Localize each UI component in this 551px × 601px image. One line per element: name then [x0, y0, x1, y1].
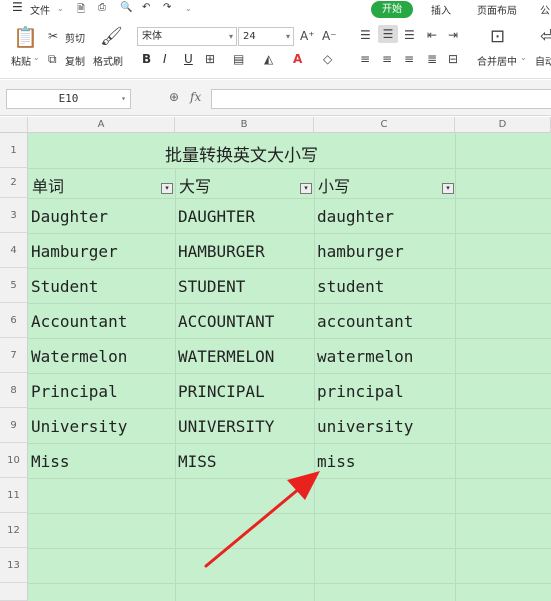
format-painter-button[interactable]: 格式刷 [93, 53, 123, 68]
chevron-down-icon[interactable]: ⌄ [57, 4, 64, 13]
font-name-value: 宋体 [142, 31, 162, 42]
paste-icon[interactable]: 📋 [13, 27, 38, 47]
border-icon[interactable]: ⊞ [205, 52, 215, 66]
copy-button[interactable]: 复制 [65, 53, 85, 68]
more-icon[interactable]: ⌄ [185, 4, 192, 13]
column-header-d[interactable]: D [455, 117, 551, 133]
merge-center-icon[interactable]: ⊡ [490, 27, 505, 47]
tab-formula[interactable]: 公 [540, 2, 550, 17]
scissors-icon[interactable]: ✂ [48, 29, 58, 43]
paste-dropdown-icon[interactable]: ⌄ [33, 53, 40, 62]
menu-bar: ☰ 文件 ⌄ 🗎 ⎙ 🔍 ↶ ↷ ⌄ 开始 插入 页面布局 公 [0, 0, 551, 19]
row-header[interactable]: 2 [0, 168, 28, 198]
justify-icon[interactable]: ≣ [427, 52, 437, 66]
row-header[interactable]: 9 [0, 408, 28, 443]
annotation-arrow [204, 471, 320, 568]
clear-format-icon[interactable]: ◇ [323, 52, 332, 66]
increase-font-icon[interactable]: A⁺ [300, 29, 315, 43]
align-right-icon[interactable]: ≡ [404, 52, 414, 66]
menu-icon[interactable]: ☰ [12, 0, 23, 14]
column-header-a[interactable]: A [28, 117, 175, 133]
font-size-select[interactable]: 24 ▾ [238, 27, 294, 46]
merge-center-button[interactable]: 合并居中 [477, 53, 517, 68]
underline-button[interactable]: U [184, 52, 193, 66]
fill-format-icon[interactable]: ▤ [233, 52, 244, 66]
paste-button[interactable]: 粘贴 [11, 53, 31, 68]
spreadsheet-grid[interactable]: 批量转换英文大小写 单词 ▾ 大写 ▾ 小写 ▾ Daughter DAUGHT… [28, 133, 551, 601]
font-color-icon[interactable]: A [293, 52, 302, 66]
row-header[interactable]: 8 [0, 373, 28, 408]
print-icon[interactable]: ⎙ [98, 2, 106, 13]
align-bottom-icon[interactable]: ☰ [404, 28, 415, 42]
merge-dropdown-icon[interactable]: ⌄ [520, 53, 527, 62]
save-icon[interactable]: 🗎 [77, 2, 85, 19]
ribbon-toolbar: 📋 粘贴 ⌄ ✂ 剪切 ⧉ 复制 🖌 格式刷 宋体 ▾ 24 ▾ A⁺ A⁻ B… [0, 19, 551, 79]
distribute-icon[interactable]: ⊟ [448, 52, 458, 66]
formula-bar: E10 ▾ ⊕ fx [0, 80, 551, 116]
align-top-icon[interactable]: ☰ [360, 28, 371, 42]
wrap-text-icon[interactable]: ⏎ [540, 27, 551, 47]
redo-icon[interactable]: ↷ [163, 2, 171, 13]
indent-decrease-icon[interactable]: ⇤ [427, 28, 437, 42]
chevron-down-icon: ▾ [228, 32, 233, 41]
file-menu[interactable]: 文件 [30, 2, 50, 17]
align-center-icon[interactable]: ≡ [382, 52, 392, 66]
wrap-text-button[interactable]: 自动 [535, 53, 551, 68]
cut-button[interactable]: 剪切 [65, 30, 85, 45]
zoom-icon[interactable]: ⊕ [169, 90, 179, 104]
row-header[interactable]: 13 [0, 548, 28, 583]
row-header[interactable]: 11 [0, 478, 28, 513]
row-header[interactable] [0, 583, 28, 601]
tab-start[interactable]: 开始 [371, 1, 413, 18]
italic-button[interactable]: I [163, 52, 167, 66]
align-left-icon[interactable]: ≡ [360, 52, 370, 66]
decrease-font-icon[interactable]: A⁻ [322, 29, 337, 43]
chevron-down-icon: ▾ [285, 32, 290, 41]
font-size-value: 24 [243, 31, 256, 42]
fill-color-icon[interactable]: ◭ [264, 52, 273, 66]
row-header[interactable]: 3 [0, 198, 28, 233]
font-name-select[interactable]: 宋体 ▾ [137, 27, 237, 46]
row-header[interactable]: 1 [0, 133, 28, 168]
column-header-c[interactable]: C [314, 117, 455, 133]
undo-icon[interactable]: ↶ [142, 2, 150, 13]
row-header[interactable]: 7 [0, 338, 28, 373]
fx-icon[interactable]: fx [190, 90, 201, 104]
copy-icon[interactable]: ⧉ [48, 52, 57, 66]
tab-insert[interactable]: 插入 [431, 2, 451, 17]
arrow-shaft [204, 486, 302, 568]
name-box-value: E10 [58, 92, 79, 105]
format-painter-icon[interactable]: 🖌 [100, 27, 123, 47]
select-all-corner[interactable] [0, 117, 28, 133]
column-header-b[interactable]: B [175, 117, 314, 133]
row-header[interactable]: 6 [0, 303, 28, 338]
tab-page-layout[interactable]: 页面布局 [477, 2, 517, 17]
row-header[interactable]: 12 [0, 513, 28, 548]
row-header[interactable]: 4 [0, 233, 28, 268]
indent-increase-icon[interactable]: ⇥ [448, 28, 458, 42]
row-header[interactable]: 5 [0, 268, 28, 303]
bold-button[interactable]: B [142, 52, 151, 66]
row-header[interactable]: 10 [0, 443, 28, 478]
align-middle-icon[interactable]: ☰ [378, 25, 398, 43]
name-box[interactable]: E10 ▾ [6, 89, 131, 109]
print-preview-icon[interactable]: 🔍 [120, 2, 132, 13]
formula-input[interactable] [211, 89, 551, 109]
chevron-down-icon: ▾ [121, 94, 126, 103]
